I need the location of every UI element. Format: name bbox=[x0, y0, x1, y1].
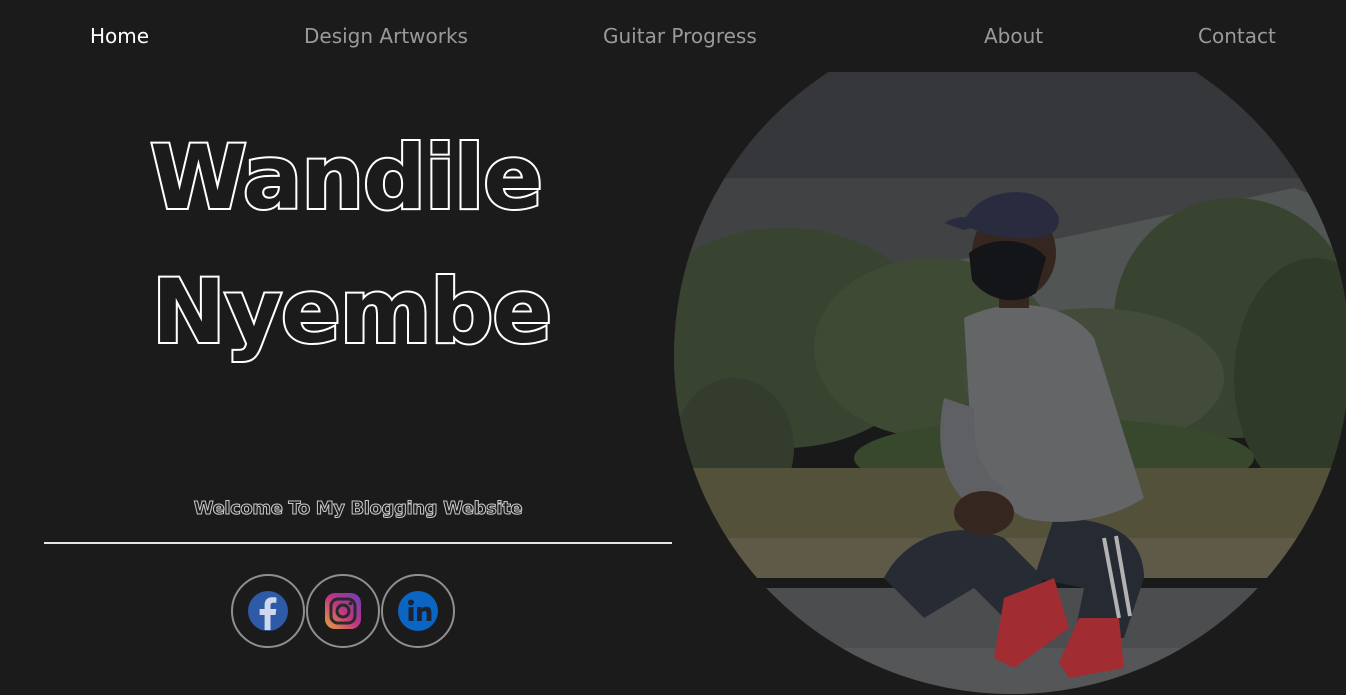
nav-about[interactable]: About bbox=[984, 24, 1043, 48]
facebook-icon bbox=[247, 590, 289, 632]
nav-contact[interactable]: Contact bbox=[1198, 24, 1276, 48]
instagram-icon bbox=[322, 590, 364, 632]
nav-home[interactable]: Home bbox=[90, 24, 149, 48]
instagram-button[interactable] bbox=[306, 574, 380, 648]
welcome-text: Welcome To My Blogging Website bbox=[193, 498, 523, 520]
facebook-button[interactable] bbox=[231, 574, 305, 648]
hero-first-name: Wandile bbox=[148, 126, 545, 229]
linkedin-button[interactable] bbox=[381, 574, 455, 648]
nav-guitar-progress[interactable]: Guitar Progress bbox=[603, 24, 757, 48]
profile-photo bbox=[674, 72, 1346, 694]
profile-photo-frame bbox=[670, 72, 1346, 695]
linkedin-icon bbox=[397, 590, 439, 632]
nav-design-artworks[interactable]: Design Artworks bbox=[304, 24, 468, 48]
divider bbox=[44, 542, 672, 544]
hero-last-name: Nyembe bbox=[150, 260, 554, 363]
